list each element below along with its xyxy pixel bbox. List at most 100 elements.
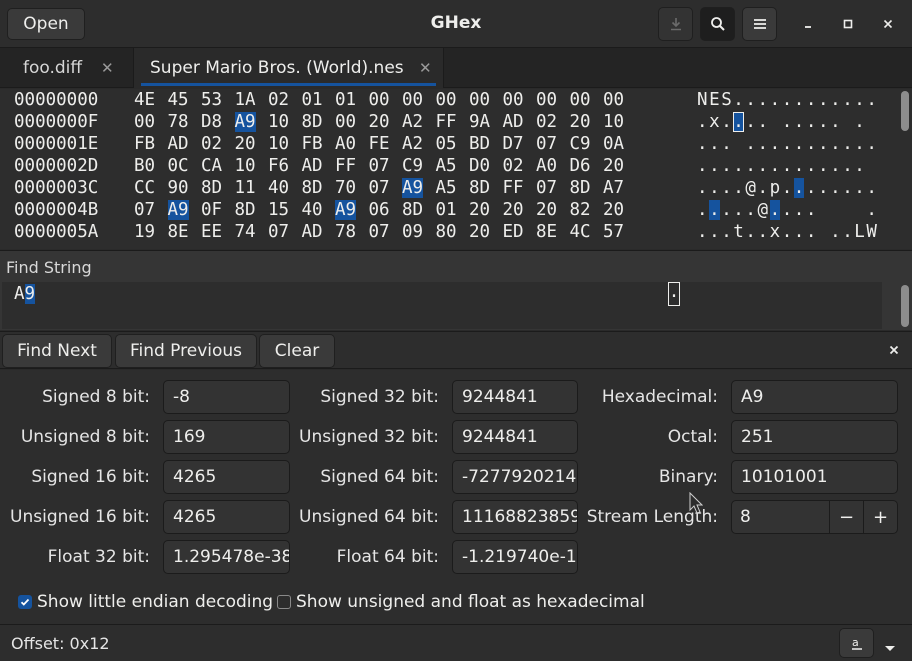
hex-byte[interactable]: 20 xyxy=(570,112,591,132)
ascii-char[interactable]: . xyxy=(721,200,732,220)
hex-byte[interactable]: A9 xyxy=(335,200,357,220)
ascii-char[interactable]: . xyxy=(806,200,817,220)
unsigned-8-field[interactable]: 169 xyxy=(163,420,290,454)
ascii-char[interactable]: . xyxy=(830,222,841,242)
ascii-char[interactable]: . xyxy=(721,156,732,176)
hex-byte[interactable]: 19 xyxy=(134,222,155,242)
tab-foo-diff[interactable]: foo.diff ✕ xyxy=(0,48,133,88)
ascii-char[interactable]: . xyxy=(830,134,841,154)
increment-button[interactable]: + xyxy=(863,501,897,533)
hex-byte[interactable]: A9 xyxy=(234,112,256,132)
hex-byte[interactable]: CA xyxy=(201,156,222,176)
ascii-char[interactable] xyxy=(733,134,744,154)
ascii-char[interactable] xyxy=(854,200,865,220)
unsigned-32-field[interactable]: 9244841 xyxy=(452,420,578,454)
signed-8-field[interactable]: -8 xyxy=(163,380,290,414)
ascii-char[interactable]: . xyxy=(782,134,793,154)
hex-byte[interactable]: 0C xyxy=(168,156,189,176)
decrement-button[interactable]: − xyxy=(829,501,863,533)
ascii-char[interactable]: . xyxy=(854,90,865,110)
unsigned-16-field[interactable]: 4265 xyxy=(163,500,290,534)
ascii-char[interactable]: . xyxy=(842,90,853,110)
hex-byte[interactable]: 20 xyxy=(469,200,490,220)
hex-byte[interactable]: FF xyxy=(503,178,524,198)
hex-byte[interactable]: F6 xyxy=(268,156,289,176)
ascii-char[interactable]: . xyxy=(842,134,853,154)
hex-byte[interactable]: 8D xyxy=(469,178,490,198)
hex-byte[interactable]: AD xyxy=(168,134,189,154)
hex-byte[interactable]: 70 xyxy=(335,178,356,198)
ascii-char[interactable]: . xyxy=(697,134,708,154)
ascii-char[interactable]: . xyxy=(745,222,756,242)
ascii-char[interactable]: . xyxy=(721,222,732,242)
ascii-char[interactable]: . xyxy=(842,178,853,198)
hex-byte[interactable]: A9 xyxy=(402,178,424,198)
ascii-char[interactable]: . xyxy=(709,222,720,242)
find-previous-button[interactable]: Find Previous xyxy=(115,334,257,368)
ascii-char[interactable]: . xyxy=(806,222,817,242)
hex-byte[interactable]: A5 xyxy=(436,156,457,176)
ascii-char[interactable]: . xyxy=(758,222,769,242)
ascii-char[interactable]: x xyxy=(770,222,781,242)
tab-close-icon[interactable]: ✕ xyxy=(101,59,114,77)
hex-byte[interactable]: 10 xyxy=(268,112,289,132)
ascii-char[interactable]: . xyxy=(770,90,781,110)
ascii-char[interactable]: x xyxy=(709,112,720,132)
ascii-char[interactable]: . xyxy=(758,156,769,176)
ascii-char[interactable]: . xyxy=(721,178,732,198)
close-window-button[interactable] xyxy=(878,14,898,34)
find-scrollbar[interactable] xyxy=(901,285,909,327)
hex-byte[interactable]: AD xyxy=(302,156,323,176)
maximize-button[interactable] xyxy=(838,14,858,34)
hex-byte[interactable]: 07 xyxy=(536,178,557,198)
float-64-field[interactable]: -1.219740e-1 xyxy=(452,540,578,574)
hex-byte[interactable]: 07 xyxy=(536,134,557,154)
ascii-char[interactable]: . xyxy=(794,200,805,220)
ascii-char[interactable]: t xyxy=(733,222,744,242)
ascii-char[interactable]: . xyxy=(769,200,781,220)
ascii-char[interactable]: . xyxy=(793,178,805,198)
hex-byte[interactable]: 15 xyxy=(268,200,289,220)
close-find-button[interactable] xyxy=(884,340,904,360)
ascii-char[interactable]: . xyxy=(709,156,720,176)
hex-byte[interactable]: 02 xyxy=(201,134,222,154)
ascii-char[interactable] xyxy=(842,200,853,220)
signed-16-field[interactable]: 4265 xyxy=(163,460,290,494)
save-button[interactable] xyxy=(658,7,693,41)
clear-button[interactable]: Clear xyxy=(259,334,335,368)
octal-field[interactable]: 251 xyxy=(731,420,898,454)
hex-byte[interactable]: 00 xyxy=(369,90,390,110)
hex-byte[interactable]: 07 xyxy=(268,222,289,242)
hex-byte[interactable]: 06 xyxy=(369,200,390,220)
hex-byte[interactable]: 00 xyxy=(603,90,624,110)
float-32-field[interactable]: 1.295478e-38 xyxy=(163,540,290,574)
ascii-char[interactable]: . xyxy=(697,156,708,176)
hex-byte[interactable]: 0A xyxy=(603,134,624,154)
ascii-char[interactable]: . xyxy=(866,178,877,198)
hex-byte[interactable]: 20 xyxy=(469,222,490,242)
ascii-char[interactable]: E xyxy=(709,90,720,110)
ascii-char[interactable]: . xyxy=(830,156,841,176)
unsigned-64-field[interactable]: 11168823859 xyxy=(452,500,578,534)
binary-field[interactable]: 10101001 xyxy=(731,460,898,494)
hex-byte[interactable]: 00 xyxy=(570,90,591,110)
hex-byte[interactable]: 82 xyxy=(570,200,591,220)
ascii-char[interactable]: . xyxy=(782,112,793,132)
hex-byte[interactable]: 9A xyxy=(469,112,490,132)
hex-byte[interactable]: D7 xyxy=(503,134,524,154)
ascii-char[interactable]: . xyxy=(866,200,877,220)
ascii-char[interactable]: . xyxy=(830,112,841,132)
hex-byte[interactable]: 11 xyxy=(235,178,256,198)
hex-byte[interactable]: 20 xyxy=(369,112,390,132)
ascii-char[interactable]: . xyxy=(830,90,841,110)
stream-length-value[interactable]: 8 xyxy=(740,501,751,533)
ascii-char[interactable]: . xyxy=(782,200,793,220)
ascii-char[interactable]: . xyxy=(758,90,769,110)
little-endian-checkbox[interactable]: Show little endian decoding xyxy=(18,592,273,612)
hex-byte[interactable]: A0 xyxy=(536,156,557,176)
hex-byte[interactable]: 0F xyxy=(201,200,222,220)
hex-byte[interactable]: 20 xyxy=(536,200,557,220)
ascii-char[interactable]: . xyxy=(854,112,865,132)
ascii-char[interactable]: . xyxy=(818,112,829,132)
ascii-char[interactable]: . xyxy=(866,90,877,110)
